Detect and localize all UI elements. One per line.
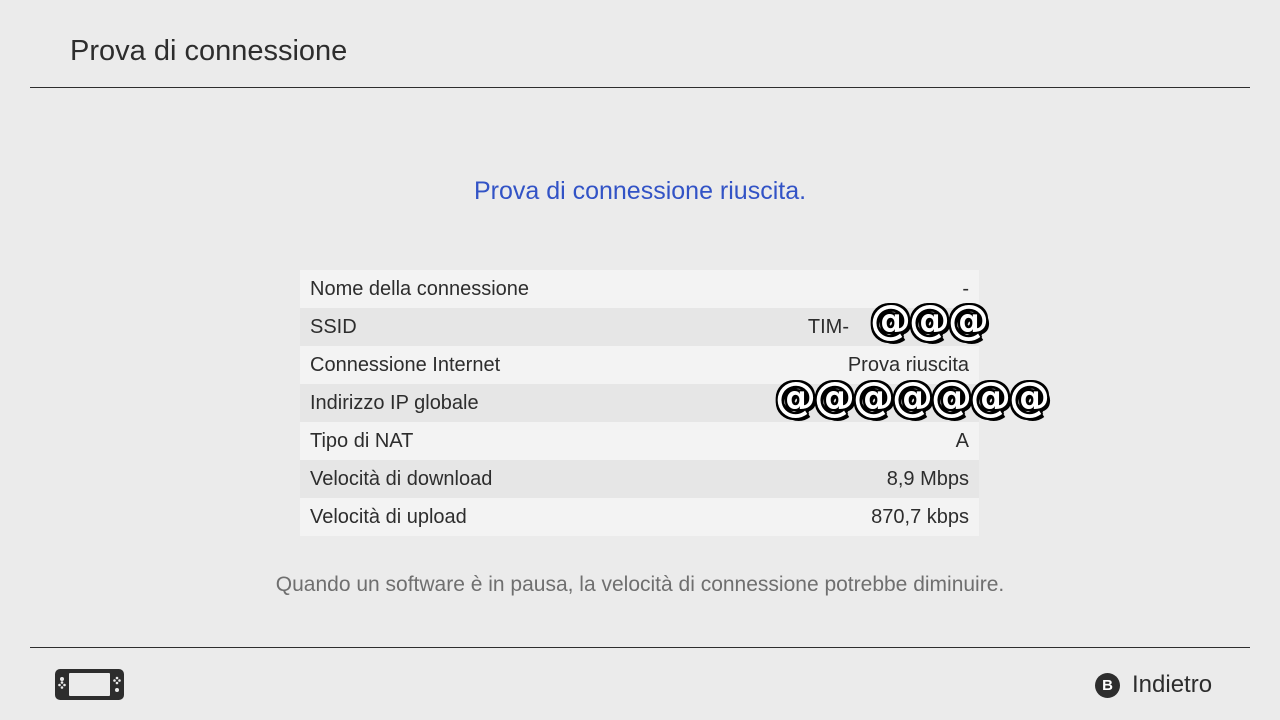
row-label: Tipo di NAT — [310, 429, 414, 452]
ip-redaction-overlay: @@@@@@@ — [775, 373, 1050, 421]
row-value: A — [955, 429, 969, 452]
footer-divider — [30, 647, 1250, 648]
table-row-upload-speed: Velocità di upload 870,7 kbps — [300, 498, 979, 536]
row-label: Velocità di download — [310, 467, 493, 490]
header-divider — [30, 87, 1250, 88]
row-value: TIM- — [807, 315, 849, 338]
table-row-download-speed: Velocità di download 8,9 Mbps — [300, 460, 979, 498]
row-label: Indirizzo IP globale — [310, 391, 479, 414]
row-label: SSID — [310, 315, 357, 338]
row-label: Nome della connessione — [310, 277, 530, 300]
pause-speed-note: Quando un software è in pausa, la veloci… — [275, 573, 1005, 596]
row-label: Velocità di upload — [310, 505, 467, 528]
row-value: 8,9 Mbps — [886, 467, 969, 490]
table-row-nat-type: Tipo di NAT A — [300, 422, 979, 460]
ssid-redaction-overlay: @@@ — [870, 296, 989, 344]
handheld-console-icon — [55, 669, 124, 700]
connection-test-screen: Prova di connessione Prova di connession… — [0, 0, 1280, 720]
row-label: Connessione Internet — [310, 353, 501, 376]
back-label: Indietro — [1132, 671, 1213, 698]
back-button[interactable]: B Indietro — [1095, 668, 1212, 702]
b-button-icon: B — [1095, 672, 1120, 698]
row-value: 870,7 kbps — [871, 505, 969, 528]
page-title: Prova di connessione — [70, 35, 348, 67]
result-message: Prova di connessione riuscita. — [473, 177, 807, 205]
